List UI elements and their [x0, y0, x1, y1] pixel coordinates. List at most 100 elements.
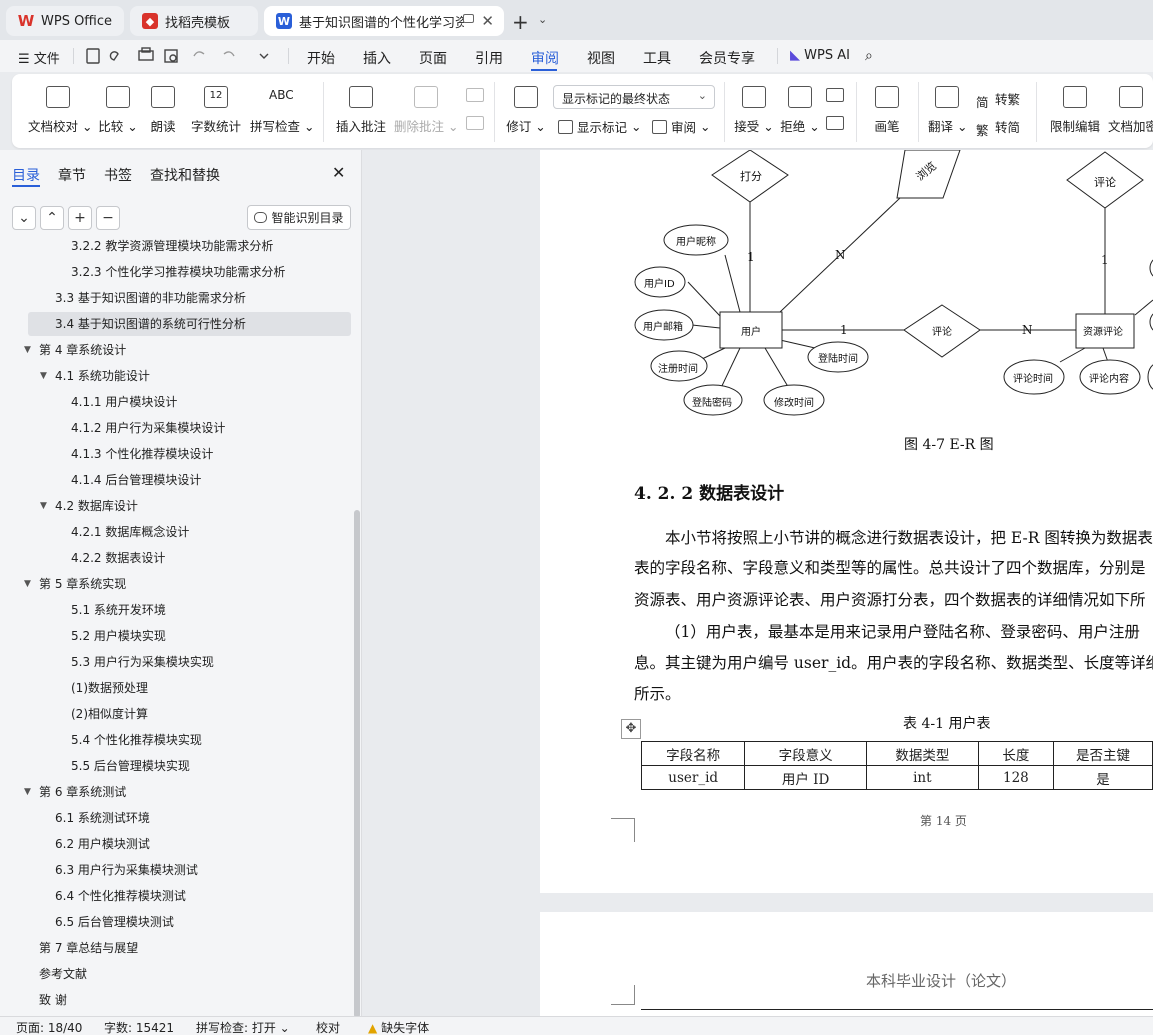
nav-tab-bookmarks[interactable]: 书签: [104, 165, 132, 185]
toc-item[interactable]: 3.3 基于知识图谱的非功能需求分析: [0, 285, 355, 311]
toc-item[interactable]: 3.4 基于知识图谱的系统可行性分析: [0, 311, 355, 337]
expand-arrow-icon[interactable]: ▼: [24, 571, 31, 597]
expand-arrow-icon[interactable]: ▼: [40, 363, 47, 389]
table-move-handle-icon[interactable]: ✥: [621, 719, 641, 739]
collapse-down-button[interactable]: ⌄: [12, 206, 36, 230]
toc-item[interactable]: 5.4 个性化推荐模块实现: [0, 727, 355, 753]
menu-tools[interactable]: 工具: [643, 48, 671, 68]
review-pane-button[interactable]: 审阅 ⌄: [652, 117, 710, 136]
toc-item[interactable]: 6.1 系统测试环境: [0, 805, 355, 831]
nav-scrollbar[interactable]: [354, 510, 360, 1018]
expand-arrow-icon[interactable]: ▼: [40, 493, 47, 519]
insert-comment-button[interactable]: 插入批注: [334, 86, 388, 135]
menu-view[interactable]: 视图: [587, 48, 615, 68]
menu-page[interactable]: 页面: [419, 48, 447, 68]
status-missing-font[interactable]: ▲ 缺失字体: [368, 1019, 429, 1035]
tab-templates[interactable]: ◆ 找稻壳模板: [130, 6, 258, 36]
spell-check-button[interactable]: ABC 拼写检查 ⌄: [250, 86, 314, 135]
status-proof[interactable]: 校对: [316, 1019, 340, 1035]
to-traditional-button[interactable]: 简转繁: [976, 89, 1020, 110]
collapse-up-button[interactable]: ⌃: [40, 206, 64, 230]
close-tab-icon[interactable]: ✕: [481, 12, 494, 30]
toc-item[interactable]: 5.2 用户模块实现: [0, 623, 355, 649]
toc-item[interactable]: (1)数据预处理: [0, 675, 355, 701]
toc-item[interactable]: 致 谢: [0, 987, 355, 1013]
menu-review[interactable]: 审阅: [531, 48, 559, 68]
toc-item[interactable]: ▼ 第 4 章系统设计: [0, 337, 355, 363]
delete-comment-button[interactable]: 删除批注 ⌄: [394, 86, 458, 135]
reject-label: 拒绝: [780, 119, 806, 134]
pen-button[interactable]: 画笔: [872, 86, 902, 135]
toc-item[interactable]: 6.3 用户行为采集模块测试: [0, 857, 355, 883]
status-page[interactable]: 页面: 18/40: [16, 1019, 82, 1035]
mark-state-select[interactable]: 显示标记的最终状态 ⌄: [553, 85, 715, 109]
smart-toc-button[interactable]: 智能识别目录: [247, 205, 351, 230]
compare-button[interactable]: 比较 ⌄: [98, 86, 138, 135]
expand-arrow-icon[interactable]: ▼: [24, 779, 31, 805]
menu-home[interactable]: 开始: [307, 48, 335, 68]
next-comment-icon[interactable]: [466, 116, 484, 130]
toc-item[interactable]: ▼ 第 6 章系统测试: [0, 779, 355, 805]
revise-button[interactable]: 修订 ⌄: [506, 86, 546, 135]
menu-reference[interactable]: 引用: [475, 48, 503, 68]
tab-document[interactable]: W 基于知识图谱的个性化学习资源推荐系统 ✕: [264, 6, 504, 36]
monitor-icon[interactable]: [463, 14, 474, 23]
toc-item-label: 4.1.2 用户行为采集模块设计: [71, 421, 226, 435]
status-spell[interactable]: 拼写检查: 打开 ⌄: [196, 1019, 290, 1035]
smart-icon: [254, 212, 268, 223]
to-simplified-button[interactable]: 繁转简: [976, 117, 1020, 138]
remove-heading-button[interactable]: −: [96, 206, 120, 230]
toc-item[interactable]: ▼ 4.1 系统功能设计: [0, 363, 355, 389]
proof-button[interactable]: 文档校对 ⌄: [28, 86, 92, 135]
close-pane-icon[interactable]: ✕: [332, 163, 345, 182]
accept-button[interactable]: 接受 ⌄: [734, 86, 774, 135]
reject-button[interactable]: 拒绝 ⌄: [780, 86, 820, 135]
status-words[interactable]: 字数: 15421: [104, 1019, 174, 1035]
nav-tab-sections[interactable]: 章节: [58, 165, 86, 185]
page-header: 本科毕业设计（论文）: [866, 972, 1017, 990]
prev-change-icon[interactable]: [826, 88, 844, 102]
encrypt-button[interactable]: 文档加密: [1108, 86, 1153, 135]
toc-item[interactable]: 参考文献: [0, 961, 355, 987]
expand-arrow-icon[interactable]: ▼: [24, 337, 31, 363]
word-count-button[interactable]: 12 字数统计: [190, 86, 242, 135]
toc-item[interactable]: 3.2.3 个性化学习推荐模块功能需求分析: [0, 259, 355, 285]
search-icon[interactable]: ⌕: [865, 48, 873, 64]
nav-tab-find-replace[interactable]: 查找和替换: [150, 165, 220, 185]
add-heading-button[interactable]: +: [68, 206, 92, 230]
menu-file[interactable]: ☰ 文件: [18, 48, 60, 67]
prev-comment-icon[interactable]: [466, 88, 484, 102]
translate-button[interactable]: 翻译 ⌄: [928, 86, 967, 135]
tab-list-chevron-icon[interactable]: ⌄: [538, 13, 547, 26]
wps-ai-button[interactable]: ◣ WPS AI: [790, 48, 850, 63]
new-tab-icon[interactable]: +: [512, 10, 529, 34]
toc-item[interactable]: 4.1.3 个性化推荐模块设计: [0, 441, 355, 467]
toc-item[interactable]: 3.2.2 教学资源管理模块功能需求分析: [0, 236, 355, 259]
nav-tab-toc[interactable]: 目录: [12, 165, 40, 185]
toc-item[interactable]: 5.1 系统开发环境: [0, 597, 355, 623]
toc-item[interactable]: 4.1.1 用户模块设计: [0, 389, 355, 415]
restrict-edit-button[interactable]: 限制编辑: [1048, 86, 1102, 135]
toc-item-label: (2)相似度计算: [71, 707, 148, 721]
read-aloud-button[interactable]: 朗读: [148, 86, 178, 135]
tab-wps-office[interactable]: W WPS Office: [6, 6, 124, 36]
menu-insert[interactable]: 插入: [363, 48, 391, 68]
toc-item[interactable]: 4.1.2 用户行为采集模块设计: [0, 415, 355, 441]
toc-item[interactable]: 6.5 后台管理模块测试: [0, 909, 355, 935]
er-label-user: 用户: [741, 327, 761, 338]
quick-access-toolbar[interactable]: [84, 47, 274, 65]
menu-member[interactable]: 会员专享: [699, 48, 755, 68]
next-change-icon[interactable]: [826, 116, 844, 130]
toc-item[interactable]: (2)相似度计算: [0, 701, 355, 727]
toc-item[interactable]: ▼ 第 5 章系统实现: [0, 571, 355, 597]
toc-item[interactable]: 4.1.4 后台管理模块设计: [0, 467, 355, 493]
toc-item[interactable]: 5.5 后台管理模块实现: [0, 753, 355, 779]
toc-item[interactable]: 5.3 用户行为采集模块实现: [0, 649, 355, 675]
toc-item[interactable]: 第 7 章总结与展望: [0, 935, 355, 961]
toc-item[interactable]: 6.2 用户模块测试: [0, 831, 355, 857]
toc-item[interactable]: 4.2.2 数据表设计: [0, 545, 355, 571]
toc-item[interactable]: 4.2.1 数据库概念设计: [0, 519, 355, 545]
show-marks-button[interactable]: 显示标记 ⌄: [558, 117, 641, 136]
toc-item[interactable]: 6.4 个性化推荐模块测试: [0, 883, 355, 909]
toc-item[interactable]: ▼ 4.2 数据库设计: [0, 493, 355, 519]
